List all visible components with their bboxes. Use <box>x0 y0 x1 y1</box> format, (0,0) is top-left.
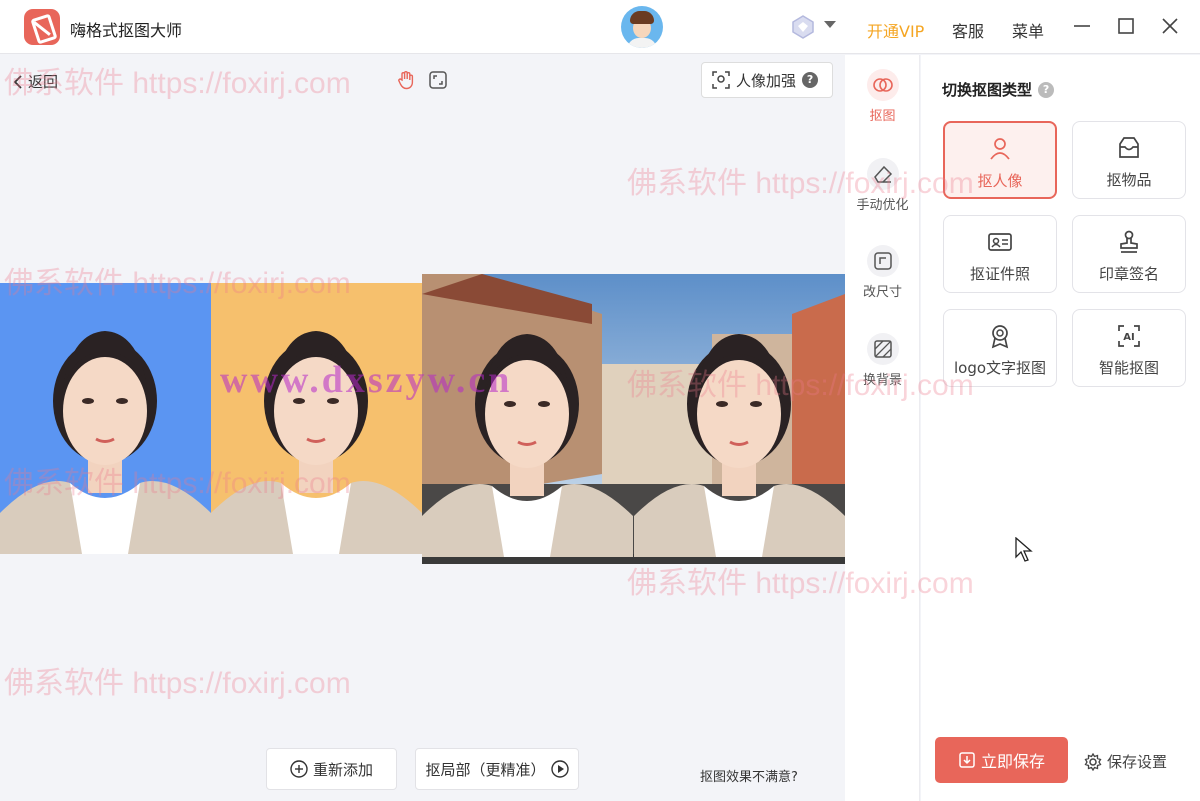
minimize-icon[interactable] <box>1070 14 1094 38</box>
back-button[interactable]: 返回 <box>12 71 58 92</box>
tool-label: 换背景 <box>863 373 902 388</box>
tool-label: 改尺寸 <box>863 285 902 300</box>
vip-diamond-icon[interactable] <box>790 14 816 40</box>
save-now-label: 立即保存 <box>981 748 1045 772</box>
tool-manual-optimize[interactable]: 手动优化 <box>845 158 920 213</box>
portrait-photo-orange <box>211 283 422 554</box>
back-label: 返回 <box>28 71 58 92</box>
close-icon[interactable] <box>1158 14 1182 38</box>
save-settings-button[interactable]: 保存设置 <box>1084 751 1167 772</box>
fit-screen-icon[interactable] <box>428 70 448 90</box>
app-title: 嗨格式抠图大师 <box>70 17 182 41</box>
save-now-button[interactable]: 立即保存 <box>935 737 1068 783</box>
type-object[interactable]: 抠物品 <box>1072 121 1186 199</box>
open-vip-link[interactable]: 开通VIP <box>867 18 924 42</box>
unsatisfied-link[interactable]: 抠图效果不满意? <box>700 766 798 785</box>
local-cutout-button[interactable]: 抠局部（更精准） <box>415 748 579 790</box>
tool-label: 手动优化 <box>856 198 908 213</box>
tool-cutout[interactable]: 抠图 <box>845 69 920 124</box>
eraser-icon <box>872 163 894 185</box>
gear-icon <box>1084 753 1102 771</box>
type-label: 印章签名 <box>1073 263 1185 284</box>
person-icon <box>987 136 1013 162</box>
badge-icon <box>987 323 1013 349</box>
play-circle-icon <box>551 760 569 778</box>
user-avatar[interactable] <box>621 6 663 48</box>
type-portrait[interactable]: 抠人像 <box>943 121 1057 199</box>
tool-column: 抠图 手动优化 改尺寸 换背景 <box>845 55 920 801</box>
street-scene-image <box>422 274 845 564</box>
ai-icon: AI <box>1116 323 1142 349</box>
enhance-label: 人像加强 <box>736 70 796 91</box>
hand-pan-icon[interactable] <box>396 70 416 90</box>
type-label: 抠物品 <box>1073 169 1185 190</box>
download-icon <box>958 751 976 769</box>
cutout-icon <box>872 74 894 96</box>
stamp-icon <box>1116 229 1142 255</box>
help-icon[interactable]: ? <box>802 72 818 88</box>
plus-circle-icon <box>290 760 308 778</box>
chevron-left-icon <box>12 75 24 89</box>
svg-text:AI: AI <box>1123 332 1134 343</box>
background-icon <box>872 338 894 360</box>
type-label: logo文字抠图 <box>944 357 1056 378</box>
type-stamp-signature[interactable]: 印章签名 <box>1072 215 1186 293</box>
type-label: 抠人像 <box>945 170 1055 191</box>
portrait-image <box>211 283 422 554</box>
app-logo <box>24 9 60 45</box>
type-label: 抠证件照 <box>944 263 1056 284</box>
portrait-image <box>0 283 211 554</box>
portrait-enhance-button[interactable]: 人像加强 ? <box>701 62 833 98</box>
watermark-dxszyw: www.dxszyw.cn <box>220 358 512 402</box>
cutout-type-panel: 切换抠图类型 ? 抠人像 抠物品 抠证件照 印章签名 logo文字抠图 AI 智… <box>921 55 1200 801</box>
resize-icon <box>872 250 894 272</box>
add-again-button[interactable]: 重新添加 <box>266 748 397 790</box>
tool-label: 抠图 <box>869 109 895 124</box>
box-icon <box>1116 135 1142 161</box>
save-settings-label: 保存设置 <box>1107 751 1167 772</box>
type-label: 智能抠图 <box>1073 357 1185 378</box>
type-smart-cutout[interactable]: AI 智能抠图 <box>1072 309 1186 387</box>
mouse-cursor-icon <box>1015 537 1033 563</box>
customer-service-link[interactable]: 客服 <box>952 18 984 42</box>
tool-resize[interactable]: 改尺寸 <box>845 245 920 300</box>
help-icon[interactable]: ? <box>1038 82 1054 98</box>
id-card-icon <box>987 229 1013 255</box>
add-again-label: 重新添加 <box>313 759 373 780</box>
preview-canvas[interactable]: 返回 人像加强 ? <box>0 55 845 801</box>
panel-title: 切换抠图类型 ? <box>942 79 1054 100</box>
maximize-icon[interactable] <box>1114 14 1138 38</box>
portrait-photo-street <box>422 274 845 564</box>
tool-change-background[interactable]: 换背景 <box>845 333 920 388</box>
portrait-photo-blue <box>0 283 211 554</box>
type-id-photo[interactable]: 抠证件照 <box>943 215 1057 293</box>
type-logo-text[interactable]: logo文字抠图 <box>943 309 1057 387</box>
face-scan-icon <box>712 71 730 89</box>
menu-link[interactable]: 菜单 <box>1012 18 1044 42</box>
local-cutout-label: 抠局部（更精准） <box>425 759 545 780</box>
title-bar: 嗨格式抠图大师 开通VIP 客服 菜单 <box>0 0 1200 54</box>
vip-dropdown-caret-icon[interactable] <box>824 21 836 28</box>
panel-title-text: 切换抠图类型 <box>942 79 1032 100</box>
